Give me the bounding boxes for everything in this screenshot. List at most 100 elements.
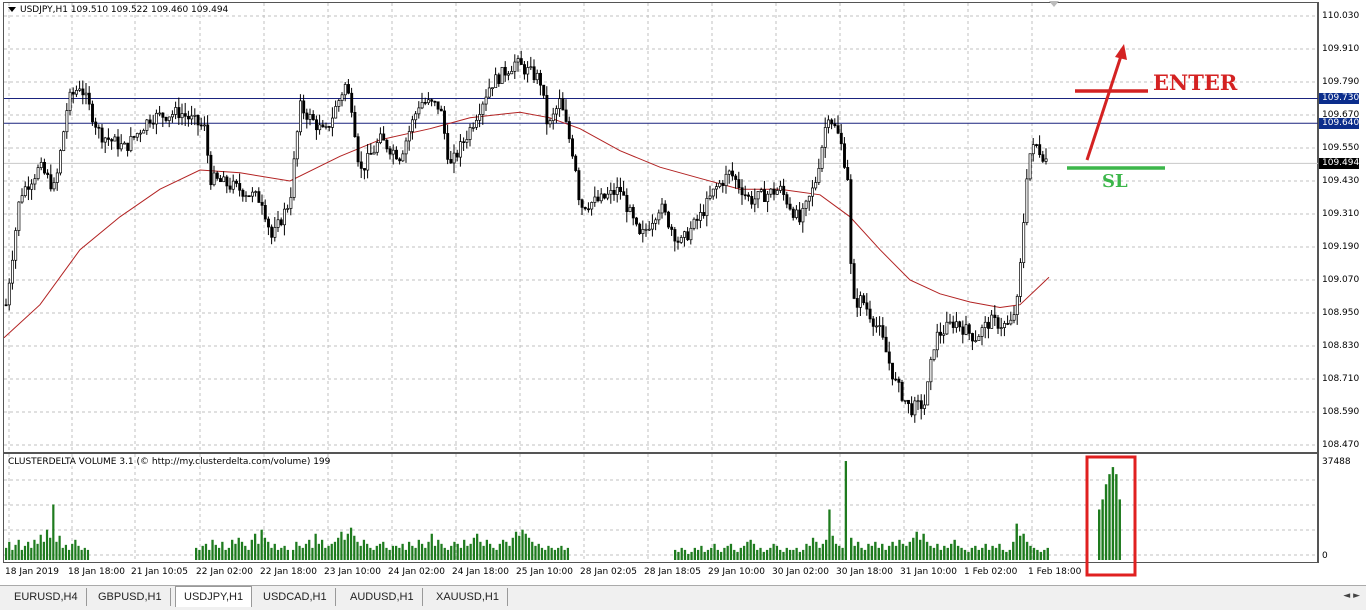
candle (36, 164, 40, 181)
volume-bar (382, 541, 385, 560)
volume-bar (459, 547, 463, 560)
tab-gbpusd[interactable]: GBPUSD,H1 (90, 588, 171, 606)
volume-bar (330, 543, 333, 560)
volume-bar (17, 539, 20, 560)
volume-bar (991, 545, 994, 560)
candle (913, 396, 917, 423)
tab-usdcad[interactable]: USDCAD,H1 (255, 588, 336, 606)
volume-bar (45, 529, 49, 560)
volume-bar (1098, 509, 1101, 560)
candle (529, 56, 533, 71)
volume-bar (472, 537, 476, 560)
candle (404, 137, 408, 163)
candle (11, 250, 14, 290)
candle (491, 87, 494, 97)
candle (859, 291, 862, 317)
tab-xauusd[interactable]: XAUUSD,H1 (428, 588, 508, 606)
volume-bar (298, 545, 301, 560)
volume-bar (756, 549, 759, 560)
candle (587, 202, 590, 213)
volume-bar (703, 551, 706, 560)
candle (791, 206, 795, 221)
candle (743, 185, 747, 200)
candle (926, 381, 930, 406)
candle (932, 349, 936, 362)
volume-bar (385, 547, 388, 560)
volume-bar (674, 549, 677, 560)
candle (811, 180, 814, 207)
candle (519, 50, 523, 65)
candle (116, 129, 120, 157)
candle (827, 115, 830, 134)
candle (807, 195, 811, 211)
volume-bar (514, 531, 518, 560)
volume-bar (253, 533, 257, 560)
candle (129, 127, 133, 153)
candle (804, 199, 808, 217)
dropdown-triangle-icon[interactable] (8, 7, 16, 12)
candle (785, 191, 789, 209)
candle (151, 114, 155, 129)
volume-bar (853, 545, 856, 560)
candle (638, 222, 642, 235)
volume-bar (417, 539, 420, 560)
candle (663, 200, 667, 216)
candle (683, 230, 686, 247)
volume-bar (891, 541, 894, 560)
volume-bar (863, 549, 867, 560)
volume-bar (690, 551, 693, 560)
volume-bar (359, 545, 362, 560)
volume-bar (723, 547, 726, 560)
candle (583, 206, 587, 211)
tab-audusd[interactable]: AUDUSD,H1 (342, 588, 423, 606)
candle (868, 300, 872, 323)
candle (679, 235, 683, 244)
volume-bar (388, 549, 391, 560)
volume-bar (333, 541, 337, 560)
candle (702, 204, 706, 219)
tab-eurusd[interactable]: EURUSD,H4 (6, 588, 87, 606)
time-tick-label: 24 Jan 18:00 (452, 567, 509, 577)
chart-shift-marker[interactable] (1049, 1, 1059, 7)
volume-bar (211, 539, 214, 560)
volume-bar (856, 541, 860, 560)
symbol-info: USDJPY,H1 109.510 109.522 109.460 109.49… (8, 5, 228, 15)
candle (267, 216, 270, 236)
volume-bar (498, 543, 501, 560)
candle (212, 165, 216, 187)
candle (945, 311, 949, 335)
tab-usdjpy[interactable]: USDJPY,H1 (175, 586, 253, 607)
candle (830, 118, 834, 130)
volume-bar (488, 543, 492, 560)
volume-bar (227, 547, 231, 560)
candle (292, 151, 296, 201)
candle (263, 199, 267, 223)
candle (619, 177, 622, 200)
volume-zero-label: 0 (1322, 551, 1328, 561)
sl-annotation[interactable]: SL (1102, 171, 1128, 192)
volume-bar (749, 539, 752, 560)
enter-annotation[interactable]: ENTER (1153, 70, 1237, 95)
candle (379, 127, 382, 145)
volume-bar (482, 545, 485, 560)
candle (97, 124, 101, 139)
time-tick-label: 18 Jan 2019 (5, 567, 59, 577)
candle (484, 89, 488, 112)
volume-bar (521, 529, 524, 560)
candle (71, 87, 75, 104)
candle (382, 126, 386, 141)
price-tick-label: 109.310 (1322, 209, 1360, 219)
volume-bar (834, 543, 838, 560)
candle (46, 169, 50, 179)
volume-bar (560, 545, 563, 560)
volume-bar (198, 549, 201, 560)
candle (750, 190, 754, 209)
candle (401, 150, 405, 162)
candle (414, 111, 418, 129)
candle (407, 125, 411, 151)
volume-bar (244, 545, 247, 560)
candle (65, 103, 69, 139)
volume-bar (234, 543, 237, 560)
tab-scroll-arrows-icon[interactable]: ◄ ► (1343, 591, 1360, 601)
volume-bar (828, 509, 831, 560)
